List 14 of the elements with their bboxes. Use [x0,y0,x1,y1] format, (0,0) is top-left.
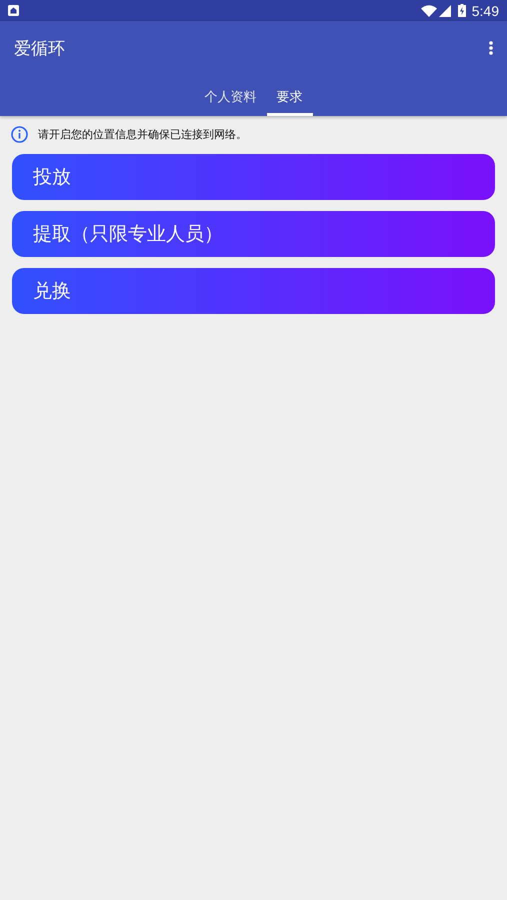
info-icon [11,126,28,143]
clock-time: 5:49 [472,2,499,18]
more-menu-icon[interactable] [489,41,493,55]
tab[interactable]: 个人资料 [194,75,266,116]
notification-icon [8,5,19,16]
action-button[interactable]: 兑换 [12,268,495,314]
action-button[interactable]: 投放 [12,154,495,200]
signal-icon [438,4,451,16]
battery-icon [458,4,466,17]
action-button[interactable]: 提取（只限专业人员） [12,211,495,257]
wifi-icon [420,4,437,16]
app-title: 爱循环 [14,38,66,60]
location-notice: 请开启您的位置信息并确保已连接到网络。 [38,127,247,142]
tab[interactable]: 要求 [266,75,312,116]
